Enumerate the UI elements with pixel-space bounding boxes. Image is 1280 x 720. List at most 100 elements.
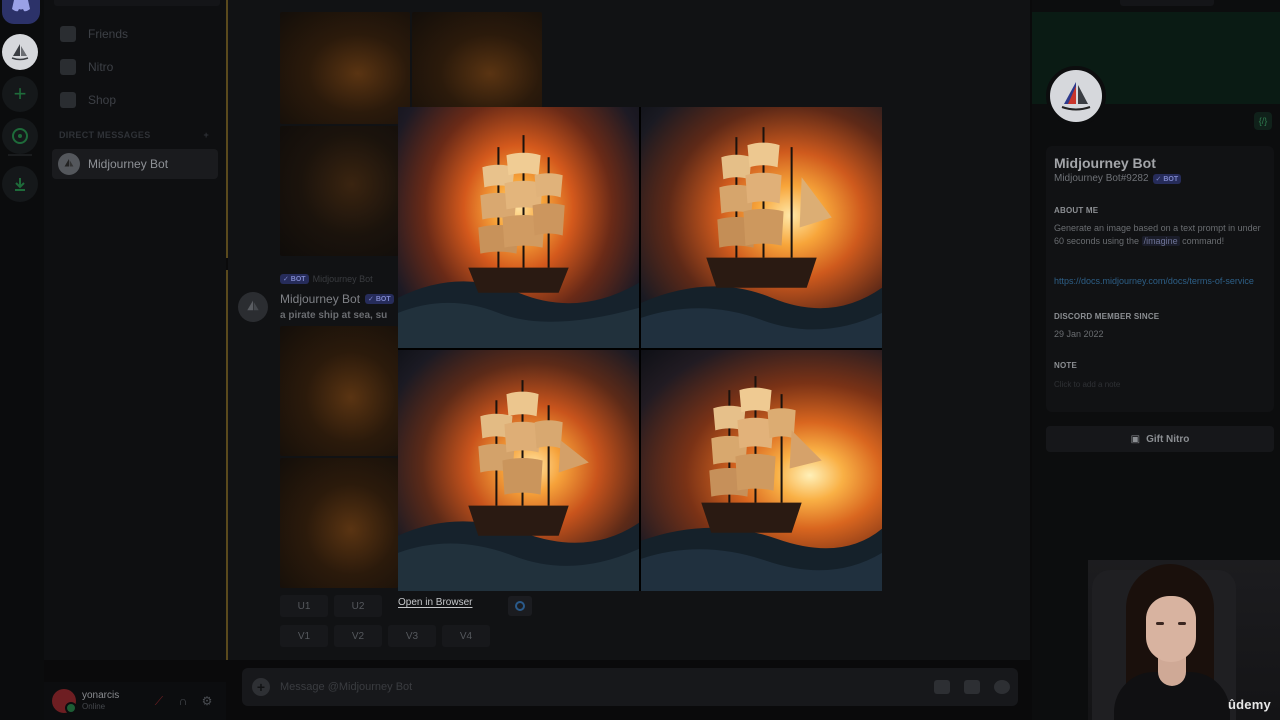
ship-illustration [398, 380, 639, 591]
author-name: Midjourney Bot [280, 292, 361, 306]
gift-icon: ▣ [1130, 433, 1141, 445]
nav-shop-label: Shop [88, 93, 117, 107]
open-in-browser-link[interactable]: Open in Browser [398, 597, 472, 608]
bot-tag: ✓ BOT [365, 294, 394, 304]
grid-thumbnail[interactable] [280, 12, 410, 124]
settings-gear-icon[interactable]: ⚙ [200, 694, 214, 708]
bot-tag: ✓ BOT [1152, 173, 1182, 184]
mention-highlight-bar [226, 0, 228, 258]
mention-highlight-bar [226, 270, 228, 660]
presenter-face [1146, 596, 1196, 662]
presenter-eye [1156, 622, 1164, 625]
nitro-icon [60, 59, 76, 75]
udemy-watermark: ûdemy [1228, 697, 1271, 712]
webcam-overlay [1088, 560, 1280, 720]
bot-tag: ✓ BOT [280, 274, 309, 284]
image-tile-1 [398, 107, 639, 348]
nav-friends[interactable]: Friends [60, 19, 218, 49]
reply-reference[interactable]: ✓ BOT Midjourney Bot [280, 274, 373, 284]
gift-nitro-label: Gift Nitro [1146, 433, 1190, 445]
sailboat-icon [247, 300, 259, 311]
user-avatar[interactable] [52, 689, 77, 714]
attach-plus-icon[interactable]: + [252, 678, 270, 696]
profile-tag-text: Midjourney Bot#9282 [1054, 173, 1149, 184]
channel-sidebar: Friends Nitro Shop DIRECT MESSAGES + Mid… [44, 0, 226, 660]
download-apps-button[interactable] [2, 166, 38, 202]
sticker-icon[interactable] [964, 680, 980, 694]
emoji-icon[interactable] [994, 680, 1010, 694]
terms-link[interactable]: https://docs.midjourney.com/docs/terms-o… [1054, 275, 1264, 288]
dm-item-label: Midjourney Bot [88, 157, 169, 171]
discord-home-button[interactable] [2, 0, 40, 24]
grid-thumbnail[interactable] [280, 458, 398, 588]
shop-icon [60, 92, 76, 108]
upscale-button-1[interactable]: U1 [280, 595, 328, 617]
nav-friends-label: Friends [88, 27, 129, 41]
add-server-button[interactable]: + [2, 76, 38, 112]
mute-mic-icon[interactable]: ⟋ [152, 694, 166, 708]
variation-button-3[interactable]: V3 [388, 625, 436, 647]
plus-icon: + [13, 81, 27, 106]
download-icon [15, 178, 25, 191]
profile-tag: Midjourney Bot#9282 ✓ BOT [1054, 173, 1182, 184]
dm-header-label: DIRECT MESSAGES [59, 130, 151, 140]
upscale-button-2[interactable]: U2 [334, 595, 382, 617]
headphones-icon[interactable]: ∩ [176, 694, 190, 708]
midjourney-server-icon[interactable] [2, 34, 38, 70]
presenter-eye [1178, 622, 1186, 625]
nav-shop[interactable]: Shop [60, 85, 218, 115]
nav-nitro[interactable]: Nitro [60, 52, 218, 82]
ship-illustration [641, 127, 882, 348]
user-panel: yonarcis Online ⟋ ∩ ⚙ [44, 682, 226, 720]
create-dm-button[interactable]: + [203, 130, 209, 140]
gif-icon[interactable] [934, 680, 950, 694]
imagine-command[interactable]: /imagine [1141, 236, 1180, 246]
variation-button-2[interactable]: V2 [334, 625, 382, 647]
explore-servers-button[interactable] [2, 118, 38, 154]
reply-author: Midjourney Bot [312, 274, 373, 284]
image-lightbox[interactable] [398, 107, 882, 591]
header-search[interactable] [1120, 0, 1214, 6]
member-since-heading: DISCORD MEMBER SINCE [1054, 312, 1160, 321]
sailboat-logo-icon [1061, 82, 1091, 111]
image-tile-4 [641, 350, 882, 591]
rail-separator [8, 154, 32, 156]
slash-commands-badge: {/} [1254, 112, 1272, 130]
message-prompt: a pirate ship at sea, su [280, 310, 388, 321]
gift-nitro-button[interactable]: ▣ Gift Nitro [1046, 426, 1274, 452]
friends-icon [60, 26, 76, 42]
discord-logo-icon [12, 0, 30, 12]
ship-illustration [641, 376, 882, 591]
member-since-date: 29 Jan 2022 [1054, 329, 1104, 339]
nav-nitro-label: Nitro [88, 60, 114, 74]
dm-item-midjourney-bot[interactable]: Midjourney Bot [52, 149, 218, 179]
sailboat-icon [64, 158, 74, 167]
message-input[interactable] [280, 681, 880, 693]
image-tile-2 [641, 107, 882, 348]
ship-illustration [398, 135, 639, 348]
reroll-button[interactable] [508, 596, 532, 616]
refresh-icon [515, 601, 525, 611]
variation-button-1[interactable]: V1 [280, 625, 328, 647]
note-heading: NOTE [1054, 361, 1078, 370]
user-status: Online [82, 702, 106, 711]
profile-name: Midjourney Bot [1054, 155, 1156, 171]
variation-button-4[interactable]: V4 [442, 625, 490, 647]
note-input[interactable]: Click to add a note [1054, 380, 1120, 389]
message-avatar[interactable] [238, 292, 268, 322]
profile-avatar[interactable] [1046, 66, 1106, 126]
about-text-2: command! [1179, 236, 1225, 246]
username: yonarcis [82, 690, 120, 701]
direct-messages-header: DIRECT MESSAGES + [59, 130, 209, 140]
sailboat-icon [11, 44, 29, 61]
image-tile-3 [398, 350, 639, 591]
midjourney-bot-avatar [58, 153, 80, 175]
about-me-text: Generate an image based on a text prompt… [1054, 222, 1264, 248]
server-rail: + [0, 0, 44, 720]
message-author[interactable]: Midjourney Bot ✓ BOT [280, 292, 394, 306]
compass-icon [12, 128, 28, 144]
grid-thumbnail[interactable] [280, 326, 398, 456]
grid-thumbnail[interactable] [280, 126, 410, 256]
about-me-heading: ABOUT ME [1054, 206, 1099, 215]
search-bar[interactable] [54, 0, 220, 6]
